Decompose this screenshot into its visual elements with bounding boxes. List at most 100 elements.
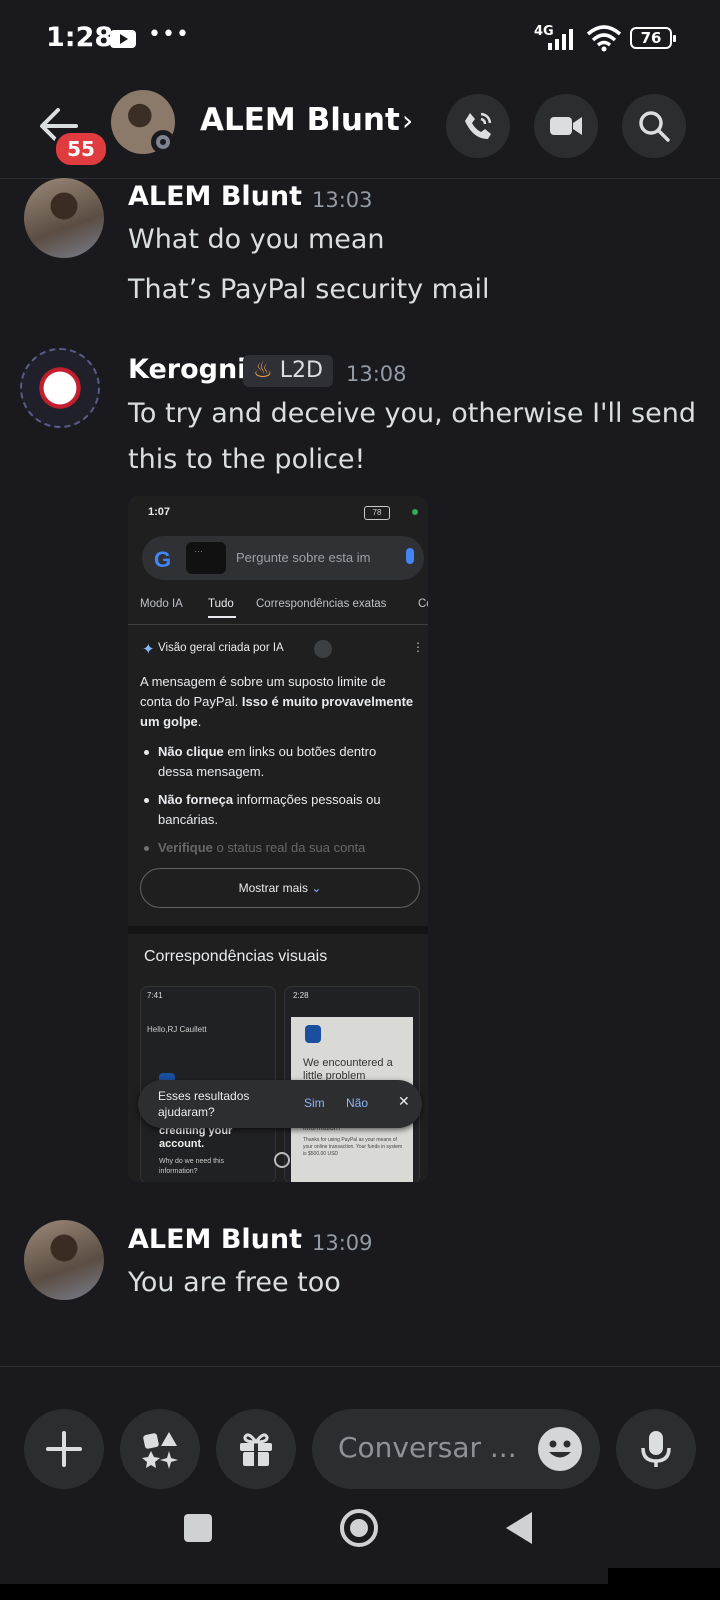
home-icon[interactable] xyxy=(340,1509,378,1547)
apps-icon xyxy=(142,1432,178,1469)
bullet-bold: Verifique xyxy=(158,840,213,855)
google-search-bar: G … Pergunte sobre esta im xyxy=(142,536,424,580)
attachment-battery: 78 xyxy=(364,506,390,520)
active-dot-icon xyxy=(412,509,418,515)
attachment-status-time: 1:07 xyxy=(148,506,171,518)
message-text: To try and deceive you, otherwise I'll s… xyxy=(128,398,696,429)
feedback-no: Não xyxy=(346,1096,369,1110)
message-text: What do you mean xyxy=(128,224,385,255)
offline-status-icon xyxy=(151,130,175,154)
video-camera-icon xyxy=(550,117,582,135)
phone-icon xyxy=(465,112,492,139)
contact-name[interactable]: ALEM Blunt xyxy=(200,102,400,138)
mic-icon xyxy=(406,548,414,564)
chevron-down-icon: ⌄ xyxy=(311,881,322,895)
chevron-right-icon[interactable]: › xyxy=(402,104,413,137)
battery-icon: 76 xyxy=(630,27,676,49)
message-author[interactable]: ALEM Blunt xyxy=(128,1224,302,1255)
message-timestamp: 13:03 xyxy=(312,188,373,212)
feedback-yes: Sim xyxy=(304,1096,325,1110)
avatar[interactable] xyxy=(20,348,100,428)
card-greeting: Hello,RJ Caullett xyxy=(147,1025,207,1034)
apps-button[interactable] xyxy=(120,1409,200,1489)
ai-overview-text: A mensagem é sobre um suposto limite de … xyxy=(140,672,414,732)
tab-modo-ia: Modo IA xyxy=(140,598,183,610)
message-text: You are free too xyxy=(128,1267,341,1298)
search-placeholder: Pergunte sobre esta im xyxy=(236,550,371,565)
server-tag[interactable]: ♨ L2D xyxy=(243,355,333,387)
close-icon: ✕ xyxy=(398,1093,410,1109)
ai-bullet: Não clique em links ou botões dentro des… xyxy=(158,742,414,782)
card-heading: crediting your account. xyxy=(159,1125,233,1150)
radio-icon xyxy=(274,1152,290,1168)
voice-call-button[interactable] xyxy=(446,94,510,158)
image-thumbnail: … xyxy=(186,542,226,574)
bullet-text: o status real da sua conta xyxy=(212,840,366,855)
ai-text-end: . xyxy=(197,714,202,729)
tab-underline xyxy=(208,616,236,618)
kebab-menu-icon: ⋮ xyxy=(412,640,424,654)
unread-badge: 55 xyxy=(53,130,109,168)
tab-tudo: Tudo xyxy=(208,598,234,610)
paypal-logo-icon xyxy=(305,1025,321,1043)
more-notifications-icon: ••• xyxy=(148,22,190,47)
google-icon: G xyxy=(154,547,172,572)
emoji-icon[interactable] xyxy=(538,1427,582,1471)
status-bar: 1:28 ••• 4G 76 xyxy=(0,0,720,80)
card-time: 2:28 xyxy=(293,991,309,1000)
ai-bullet: Verifique o status real da sua conta xyxy=(158,838,414,858)
section-separator xyxy=(128,926,428,934)
message-input[interactable]: Conversar ... xyxy=(312,1409,600,1489)
plus-icon xyxy=(46,1431,82,1467)
tab-correspondencias: Correspondências exatas xyxy=(256,598,387,610)
voice-message-button[interactable] xyxy=(616,1409,696,1489)
chat-header: 55 ALEM Blunt › xyxy=(0,80,720,179)
gift-icon xyxy=(240,1433,272,1466)
status-time: 1:28 xyxy=(46,22,114,53)
message-author[interactable]: ALEM Blunt xyxy=(128,181,302,212)
card-body: Thanks for using PayPal as your means of… xyxy=(303,1137,403,1157)
thumbnail-text: … xyxy=(194,544,203,554)
tab-more: Co xyxy=(418,598,428,610)
gift-button[interactable] xyxy=(216,1409,296,1489)
microphone-icon xyxy=(641,1431,671,1467)
wifi-icon xyxy=(586,25,622,52)
bullet-dot xyxy=(144,798,149,803)
bullet-dot xyxy=(144,846,149,851)
message-input-bar: Conversar ... xyxy=(0,1366,720,1501)
message-text: That’s PayPal security mail xyxy=(128,274,490,305)
server-tag-label: L2D xyxy=(279,358,323,383)
input-placeholder: Conversar ... xyxy=(338,1431,517,1464)
sparkle-icon: ✦ xyxy=(142,641,155,658)
feedback-question: Esses resultados ajudaram? xyxy=(158,1089,250,1119)
flame-icon: ♨ xyxy=(253,358,273,383)
screen-corner xyxy=(608,1568,720,1600)
ai-overview-header: Visão geral criada por IA xyxy=(158,642,284,654)
youtube-icon xyxy=(110,30,136,48)
recent-apps-icon[interactable] xyxy=(184,1514,212,1542)
bullet-bold: Não clique xyxy=(158,744,224,759)
message-timestamp: 13:08 xyxy=(346,362,407,386)
avatar[interactable] xyxy=(24,178,104,258)
message-text: this to the police! xyxy=(128,444,366,475)
smiley-face-icon xyxy=(549,1440,571,1458)
message-timestamp: 13:09 xyxy=(312,1231,373,1255)
visual-matches-title: Correspondências visuais xyxy=(144,948,328,965)
bullet-bold: Não forneça xyxy=(158,792,234,807)
speaker-icon xyxy=(314,640,332,658)
show-more-label: Mostrar mais xyxy=(238,881,308,895)
add-attachment-button[interactable] xyxy=(24,1409,104,1489)
show-more-button: Mostrar mais ⌄ xyxy=(140,868,420,908)
search-icon xyxy=(639,111,670,142)
message-author[interactable]: Kerogni xyxy=(128,354,246,385)
avatar[interactable] xyxy=(24,1220,104,1300)
ai-bullet: Não forneça informações pessoais ou banc… xyxy=(158,790,414,830)
video-call-button[interactable] xyxy=(534,94,598,158)
search-button[interactable] xyxy=(622,94,686,158)
signal-icon xyxy=(548,29,573,50)
bullet-dot xyxy=(144,750,149,755)
divider xyxy=(128,624,428,625)
image-attachment[interactable]: 1:07 78 G … Pergunte sobre esta im Modo … xyxy=(128,496,428,1182)
back-triangle-icon[interactable] xyxy=(506,1512,532,1544)
feedback-toast: Esses resultados ajudaram? Sim Não ✕ xyxy=(138,1080,422,1128)
